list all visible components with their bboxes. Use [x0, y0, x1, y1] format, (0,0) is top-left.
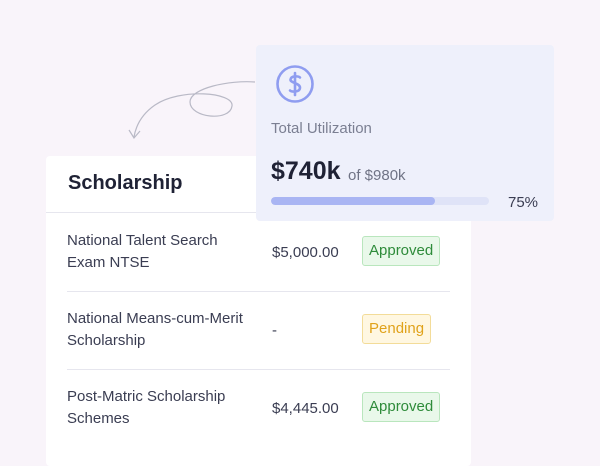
utilization-percent: 75%	[508, 194, 539, 211]
scholarship-amount: $5,000.00	[272, 243, 339, 261]
scholarship-amount: $4,445.00	[272, 399, 339, 417]
table-row[interactable]: National Talent Search Exam NTSE $5,000.…	[67, 213, 450, 292]
dollar-circle-icon	[276, 65, 314, 103]
scholarship-title: Scholarship	[68, 172, 183, 194]
scholarship-name: National Talent Search Exam NTSE	[67, 232, 218, 271]
table-row[interactable]: Post-Matric Scholarship Schemes $4,445.0…	[67, 369, 450, 447]
status-badge: Approved	[362, 392, 441, 422]
utilization-label: Total Utilization	[271, 120, 372, 137]
scholarship-name: National Means-cum-Merit Scholarship	[67, 310, 243, 349]
utilization-amount: $740k	[271, 157, 341, 185]
scholarship-name: Post-Matric Scholarship Schemes	[67, 388, 226, 427]
utilization-progress-fill	[271, 197, 435, 205]
table-row[interactable]: National Means-cum-Merit Scholarship - P…	[67, 291, 450, 370]
scholarship-amount: -	[272, 321, 277, 339]
utilization-card: Total Utilization $740k of $980k 75%	[256, 45, 554, 221]
status-badge: Approved	[362, 236, 441, 266]
status-badge: Pending	[362, 314, 432, 344]
utilization-total: of $980k	[348, 167, 406, 184]
utilization-progress-bar	[271, 197, 489, 205]
